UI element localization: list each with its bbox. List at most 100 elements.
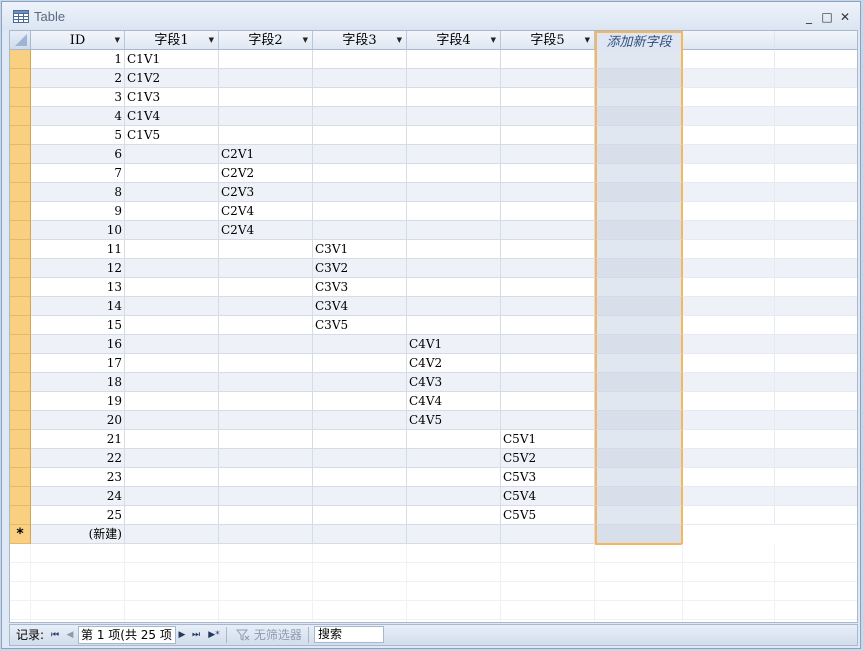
field-cell[interactable] xyxy=(219,126,313,145)
table-row[interactable]: 13 C3V3 xyxy=(10,278,857,297)
field-cell[interactable] xyxy=(407,50,501,69)
id-cell[interactable]: 5 xyxy=(31,126,125,145)
field-cell[interactable] xyxy=(501,145,595,164)
table-row[interactable]: 9 C2V4 xyxy=(10,202,857,221)
id-cell[interactable]: 8 xyxy=(31,183,125,202)
id-cell[interactable]: 22 xyxy=(31,449,125,468)
field-cell[interactable]: C5V5 xyxy=(501,506,595,525)
table-row[interactable]: 10 C2V4 xyxy=(10,221,857,240)
field-cell[interactable] xyxy=(501,221,595,240)
field-cell[interactable]: C1V1 xyxy=(125,50,219,69)
add-field-cell[interactable] xyxy=(595,430,683,449)
field-cell[interactable] xyxy=(407,145,501,164)
add-field-cell[interactable] xyxy=(595,69,683,88)
field-cell[interactable] xyxy=(313,145,407,164)
id-cell[interactable]: 19 xyxy=(31,392,125,411)
field-cell[interactable] xyxy=(313,373,407,392)
row-selector[interactable] xyxy=(10,392,31,411)
field-cell[interactable] xyxy=(501,259,595,278)
id-cell[interactable]: 7 xyxy=(31,164,125,183)
field-cell[interactable] xyxy=(313,126,407,145)
field-cell[interactable]: C3V1 xyxy=(313,240,407,259)
field-cell[interactable] xyxy=(313,88,407,107)
id-cell[interactable]: 25 xyxy=(31,506,125,525)
id-cell[interactable]: 12 xyxy=(31,259,125,278)
field-cell[interactable] xyxy=(313,430,407,449)
new-record-row[interactable]: * (新建) xyxy=(10,525,857,545)
field-cell[interactable]: C2V4 xyxy=(219,202,313,221)
field-cell[interactable] xyxy=(125,449,219,468)
field-cell[interactable] xyxy=(219,411,313,430)
field-cell[interactable] xyxy=(407,183,501,202)
new-record-button[interactable]: ▶* xyxy=(206,626,222,644)
dropdown-arrow-icon[interactable]: ▼ xyxy=(115,31,120,50)
add-field-cell[interactable] xyxy=(595,411,683,430)
table-row[interactable]: 4 C1V4 xyxy=(10,107,857,126)
field-cell[interactable] xyxy=(125,316,219,335)
field-cell[interactable] xyxy=(313,392,407,411)
field-cell[interactable]: C2V1 xyxy=(219,145,313,164)
dropdown-arrow-icon[interactable]: ▼ xyxy=(491,31,496,50)
field-cell[interactable] xyxy=(501,373,595,392)
add-field-cell[interactable] xyxy=(595,126,683,145)
row-selector[interactable] xyxy=(10,183,31,202)
add-field-cell[interactable] xyxy=(595,449,683,468)
field-cell[interactable] xyxy=(219,373,313,392)
add-new-field-header[interactable]: 添加新字段 xyxy=(595,31,683,50)
row-selector[interactable] xyxy=(10,468,31,487)
row-selector[interactable] xyxy=(10,164,31,183)
table-row[interactable]: 15 C3V5 xyxy=(10,316,857,335)
field-cell[interactable] xyxy=(125,411,219,430)
row-selector[interactable] xyxy=(10,506,31,525)
field-cell[interactable] xyxy=(125,164,219,183)
field-cell[interactable]: C5V1 xyxy=(501,430,595,449)
field-cell[interactable] xyxy=(313,525,407,544)
field-cell[interactable] xyxy=(501,107,595,126)
last-record-button[interactable]: ⏭ xyxy=(190,626,202,644)
field-cell[interactable] xyxy=(125,221,219,240)
field-cell[interactable] xyxy=(219,88,313,107)
table-row[interactable]: 2 C1V2 xyxy=(10,69,857,88)
field-cell[interactable] xyxy=(125,468,219,487)
id-cell[interactable]: 24 xyxy=(31,487,125,506)
field-cell[interactable] xyxy=(501,50,595,69)
field-cell[interactable] xyxy=(219,316,313,335)
add-field-cell[interactable] xyxy=(595,506,683,525)
field-cell[interactable] xyxy=(219,430,313,449)
field-cell[interactable] xyxy=(313,411,407,430)
field-cell[interactable] xyxy=(407,525,501,544)
table-row[interactable]: 18 C4V3 xyxy=(10,373,857,392)
current-record-field[interactable]: 第 1 项(共 25 项 xyxy=(78,626,176,644)
field-cell[interactable] xyxy=(407,316,501,335)
field-cell[interactable] xyxy=(501,335,595,354)
field-cell[interactable]: C5V4 xyxy=(501,487,595,506)
id-cell[interactable]: 20 xyxy=(31,411,125,430)
id-cell[interactable]: 14 xyxy=(31,297,125,316)
field-cell[interactable] xyxy=(125,145,219,164)
id-cell[interactable]: 4 xyxy=(31,107,125,126)
add-field-cell[interactable] xyxy=(595,487,683,506)
field-cell[interactable] xyxy=(407,259,501,278)
id-cell[interactable]: 11 xyxy=(31,240,125,259)
field-cell[interactable]: C3V2 xyxy=(313,259,407,278)
field-cell[interactable]: C2V4 xyxy=(219,221,313,240)
id-cell[interactable]: 16 xyxy=(31,335,125,354)
field-cell[interactable] xyxy=(125,202,219,221)
field-cell[interactable] xyxy=(125,354,219,373)
field-cell[interactable] xyxy=(407,430,501,449)
field-cell[interactable] xyxy=(219,487,313,506)
id-cell[interactable]: 13 xyxy=(31,278,125,297)
column-header-field3[interactable]: 字段3 ▼ xyxy=(313,31,407,50)
row-selector[interactable] xyxy=(10,202,31,221)
field-cell[interactable] xyxy=(407,278,501,297)
field-cell[interactable]: C4V1 xyxy=(407,335,501,354)
field-cell[interactable]: C1V4 xyxy=(125,107,219,126)
row-selector[interactable] xyxy=(10,278,31,297)
row-selector[interactable] xyxy=(10,50,31,69)
table-row[interactable]: 5 C1V5 xyxy=(10,126,857,145)
add-field-cell[interactable] xyxy=(595,373,683,392)
field-cell[interactable] xyxy=(125,392,219,411)
add-field-cell[interactable] xyxy=(595,316,683,335)
row-selector[interactable] xyxy=(10,107,31,126)
add-field-cell[interactable] xyxy=(595,297,683,316)
